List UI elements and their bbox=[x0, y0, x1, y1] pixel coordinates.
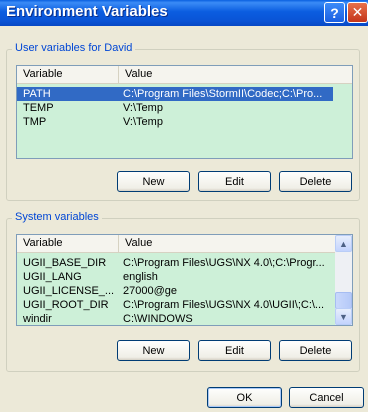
user-variables-label: User variables for David bbox=[12, 42, 136, 54]
user-row-tmp[interactable]: TMP V:\Temp bbox=[17, 115, 333, 129]
title-bar[interactable]: Environment Variables ? ✕ bbox=[0, 0, 368, 26]
close-button[interactable]: ✕ bbox=[347, 2, 368, 23]
variable-column-header[interactable]: Variable bbox=[17, 235, 119, 252]
scroll-thumb[interactable] bbox=[335, 292, 352, 309]
chevron-down-icon: ▼ bbox=[339, 311, 348, 322]
chevron-up-icon: ▲ bbox=[339, 238, 348, 249]
vertical-scrollbar[interactable]: ▲ ▼ bbox=[335, 235, 352, 325]
user-row-path[interactable]: PATH C:\Program Files\StormII\Codec;C:\P… bbox=[17, 87, 333, 101]
close-icon: ✕ bbox=[351, 4, 364, 20]
row-value: V:\Temp bbox=[123, 102, 163, 114]
ok-button[interactable]: OK bbox=[207, 387, 282, 408]
scroll-down-button[interactable]: ▼ bbox=[335, 308, 352, 325]
row-value: 27000@ge bbox=[123, 285, 177, 297]
cancel-button[interactable]: Cancel bbox=[289, 387, 364, 408]
user-edit-button[interactable]: Edit bbox=[198, 171, 271, 192]
row-name: UGII_BASE_DIR bbox=[23, 257, 107, 269]
window-title: Environment Variables bbox=[6, 3, 168, 20]
variable-column-header[interactable]: Variable bbox=[17, 66, 119, 83]
help-button[interactable]: ? bbox=[324, 2, 345, 23]
scroll-up-button[interactable]: ▲ bbox=[335, 235, 352, 252]
user-variables-list[interactable]: Variable Value PATH C:\Program Files\Sto… bbox=[16, 65, 353, 159]
row-value: C:\Program Files\UGS\NX 4.0\UGII\;C:\... bbox=[123, 299, 325, 311]
help-icon: ? bbox=[330, 4, 339, 21]
row-value: C:\WINDOWS bbox=[123, 313, 193, 325]
system-row-ugii-lang[interactable]: UGII_LANG english bbox=[17, 270, 335, 284]
user-new-button[interactable]: New bbox=[117, 171, 190, 192]
row-name: TMP bbox=[23, 116, 47, 128]
system-row-ugii-root-dir[interactable]: UGII_ROOT_DIR C:\Program Files\UGS\NX 4.… bbox=[17, 298, 335, 312]
system-edit-button[interactable]: Edit bbox=[198, 340, 271, 361]
row-name: TEMP bbox=[23, 102, 54, 114]
row-value: C:\Program Files\UGS\NX 4.0\;C:\Progr... bbox=[123, 257, 325, 269]
system-row-windir[interactable]: windir C:\WINDOWS bbox=[17, 312, 335, 325]
row-value: V:\Temp bbox=[123, 116, 163, 128]
row-name: windir bbox=[23, 313, 52, 325]
row-name: UGII_LICENSE_... bbox=[23, 285, 115, 297]
row-name: UGII_ROOT_DIR bbox=[23, 299, 109, 311]
row-name: UGII_LANG bbox=[23, 271, 82, 283]
system-row-ugii-license[interactable]: UGII_LICENSE_... 27000@ge bbox=[17, 284, 335, 298]
value-column-header[interactable]: Value bbox=[119, 66, 352, 83]
row-value: C:\Program Files\StormII\Codec;C:\Pro... bbox=[123, 88, 323, 100]
value-column-header[interactable]: Value bbox=[119, 235, 337, 252]
user-row-temp[interactable]: TEMP V:\Temp bbox=[17, 101, 333, 115]
system-variables-label: System variables bbox=[12, 211, 102, 223]
system-delete-button[interactable]: Delete bbox=[279, 340, 352, 361]
system-row-ugii-base-dir[interactable]: UGII_BASE_DIR C:\Program Files\UGS\NX 4.… bbox=[17, 256, 335, 270]
system-variables-list[interactable]: Variable Value UGII_BASE_DIR C:\Program … bbox=[16, 234, 353, 326]
list-header: Variable Value bbox=[17, 235, 335, 253]
user-delete-button[interactable]: Delete bbox=[279, 171, 352, 192]
system-new-button[interactable]: New bbox=[117, 340, 190, 361]
list-header: Variable Value bbox=[17, 66, 352, 84]
row-value: english bbox=[123, 271, 158, 283]
row-name: PATH bbox=[23, 88, 51, 100]
